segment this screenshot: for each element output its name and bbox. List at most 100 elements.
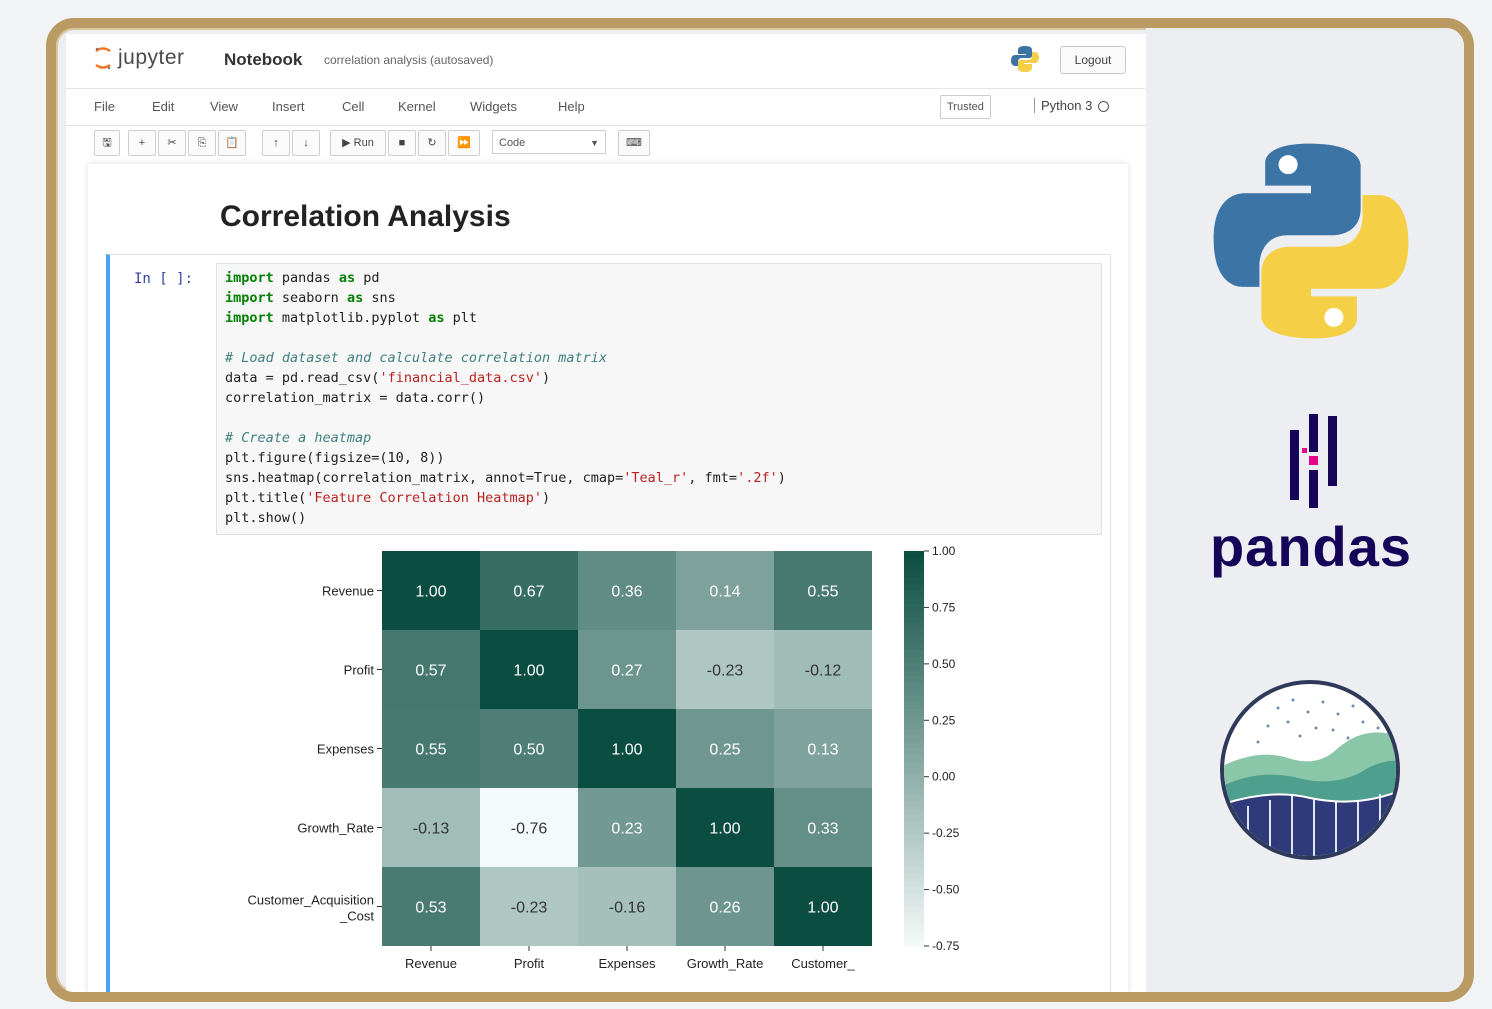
notebook-container: Correlation Analysis In [ ]: import pand… [88,164,1128,992]
code-cell[interactable]: In [ ]: import pandas as pd import seabor… [106,254,1111,992]
interrupt-button[interactable]: ■ [388,130,416,156]
notebook-label: Notebook [224,50,303,69]
heatmap-annotation: 0.14 [709,584,740,601]
menu-view[interactable]: View [210,99,238,114]
heatmap-annotation: 1.00 [807,900,838,917]
colorbar-segment [904,557,924,565]
heatmap-annotation: -0.23 [707,663,744,680]
colorbar-segment [904,794,924,802]
colorbar-segment [904,827,924,835]
trusted-indicator[interactable]: Trusted [940,95,991,119]
keyboard-icon: ⌨ [626,137,642,149]
fast-forward-icon: ⏩ [457,137,471,149]
colorbar-segment [904,899,924,908]
cut-icon: ✂ [167,137,177,149]
notebook-name[interactable]: correlation analysis (autosaved) [324,53,493,67]
menu-cell[interactable]: Cell [342,99,364,114]
colorbar-segment [904,748,924,756]
kernel-name: Python 3 [1034,98,1110,113]
cut-cell-button[interactable]: ✂ [158,130,186,156]
menu-file[interactable]: File [94,99,115,114]
colorbar-segment [904,774,924,783]
command-palette-button[interactable]: ⌨ [618,130,650,156]
colorbar-segment [904,735,924,743]
colorbar-tick-label: -0.50 [932,883,960,897]
paste-cell-button[interactable]: 📋 [218,130,246,156]
code-line: # Load dataset and calculate correlation… [225,350,608,366]
colorbar-segment [904,814,924,822]
paste-icon: 📋 [225,137,239,149]
colorbar-segment [904,662,924,671]
save-button[interactable]: 🖫 [94,130,120,156]
code-line: plt.show() [225,510,307,526]
stop-icon: ■ [398,137,406,149]
heatmap-annotation: 0.53 [415,900,446,917]
colorbar-segment [904,913,924,921]
heatmap-annotation: -0.13 [413,821,450,838]
copy-cell-button[interactable]: ⎘ [188,130,216,156]
colorbar-segment [904,597,924,605]
menu-help[interactable]: Help [558,99,585,114]
colorbar-segment [904,761,924,769]
restart-run-all-button[interactable]: ⏩ [448,130,480,156]
heatmap-annotation: 1.00 [611,742,642,759]
move-up-button[interactable]: ↑ [262,130,290,156]
pandas-logo-text: pandas [1209,515,1413,578]
colorbar-segment [904,893,924,901]
run-label: Run [353,137,374,149]
heatmap-annotation: -0.76 [511,821,548,838]
colorbar-segment [904,630,924,638]
library-logos-panel: pandas [1146,28,1464,992]
run-button[interactable]: ▶ Run [330,130,386,156]
add-icon: + [138,137,146,149]
chevron-down-icon: ▼ [590,138,599,148]
add-cell-button[interactable]: + [128,130,156,156]
colorbar-segment [904,583,924,592]
colorbar-segment [904,551,924,559]
x-tick-label: Customer_ [791,956,855,971]
jupyter-logo[interactable]: jupyter [94,46,185,70]
colorbar-segment [904,781,924,789]
colorbar-segment [904,590,924,598]
colorbar-segment [904,867,924,875]
save-icon: 🖫 [102,137,112,149]
heatmap-annotation: 0.57 [415,663,446,680]
notebook-header: jupyter Notebook correlation analysis (a… [66,34,1146,84]
logout-button[interactable]: Logout [1060,46,1126,74]
colorbar-tick-label: 0.00 [932,770,956,784]
move-down-icon: ↓ [303,137,309,149]
colorbar-segment [904,715,924,723]
copy-icon: ⎘ [197,137,207,149]
colorbar-segment [904,919,924,927]
y-tick-label: Expenses [317,742,375,757]
colorbar-segment [904,768,924,776]
cell-type-select[interactable]: Code ▼ [492,130,606,154]
colorbar-tick-label: 0.50 [932,657,956,671]
move-down-button[interactable]: ↓ [292,130,320,156]
markdown-heading: Correlation Analysis [220,200,511,233]
colorbar-segment [904,801,924,809]
pandas-logo-icon [1290,414,1337,508]
colorbar-segment [904,649,924,657]
colorbar-segment [904,702,924,710]
code-editor[interactable]: import pandas as pd import seaborn as sns… [216,263,1102,535]
y-tick-label: Profit [344,663,375,678]
menu-edit[interactable]: Edit [152,99,174,114]
heatmap-annotation: -0.23 [511,900,548,917]
colorbar-segment [904,709,924,717]
menu-kernel[interactable]: Kernel [398,99,436,114]
menu-insert[interactable]: Insert [272,99,305,114]
colorbar-segment [904,840,924,848]
colorbar-segment [904,853,924,862]
input-prompt: In [ ]: [134,271,194,287]
menu-widgets[interactable]: Widgets [470,99,517,114]
heatmap-annotation: 0.55 [807,584,838,601]
colorbar-segment [904,623,924,631]
code-line: import seaborn as sns [225,290,396,306]
heatmap-annotation: 0.27 [611,663,642,680]
colorbar-segment [904,689,924,697]
code-line: import pandas as pd [225,270,380,286]
x-tick-label: Expenses [598,956,656,971]
heatmap-annotation: 1.00 [513,663,544,680]
restart-button[interactable]: ↻ [418,130,446,156]
